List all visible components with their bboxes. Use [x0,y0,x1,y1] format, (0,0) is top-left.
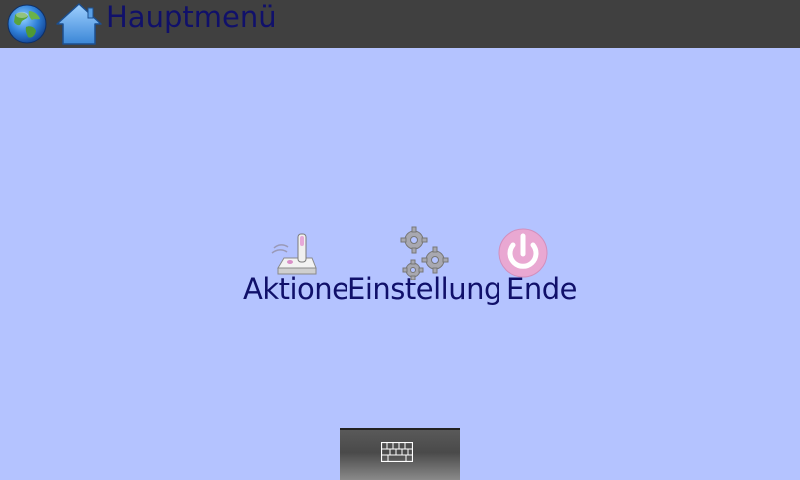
keyboard-toggle-button[interactable] [340,428,460,480]
main-menu-screen: Hauptmenü Aktionen [0,0,800,480]
menu-item-label: Ende [506,272,577,306]
menu-item-label: Einstellungen [347,272,499,306]
globe-icon[interactable] [6,3,48,45]
keyboard-icon [381,442,413,462]
menu-item-exit[interactable]: Ende [498,226,594,316]
menu-item-actions[interactable]: Aktionen [243,226,347,316]
menu-item-settings[interactable]: Einstellungen [347,226,499,316]
page-title: Hauptmenü [106,0,277,34]
title-bar: Hauptmenü [0,0,800,48]
home-icon[interactable] [55,2,103,46]
menu-item-label: Aktionen [243,272,347,306]
